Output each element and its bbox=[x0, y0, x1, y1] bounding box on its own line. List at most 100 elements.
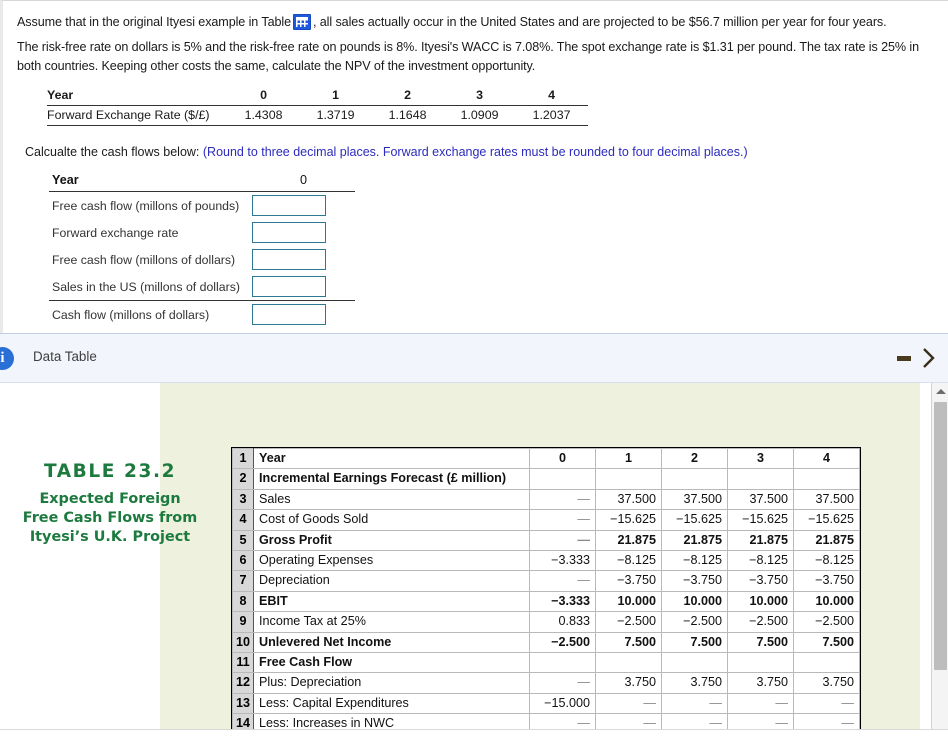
fx-header-year-1: 1 bbox=[299, 86, 372, 106]
cell-value: −3.750 bbox=[595, 570, 663, 592]
table-row: 11 Free Cash Flow bbox=[231, 652, 861, 674]
em-dash-placeholder: — bbox=[643, 695, 657, 710]
row-label: Cost of Goods Sold bbox=[253, 509, 531, 531]
row-number: 4 bbox=[231, 509, 255, 531]
cell-value: 10.000 bbox=[661, 590, 729, 613]
em-dash-placeholder: — bbox=[577, 491, 591, 506]
cell-value: 4 bbox=[793, 447, 861, 470]
cell-value: 3.750 bbox=[727, 672, 795, 694]
table-subtitle-line-3: Ityesi’s U.K. Project bbox=[29, 529, 191, 545]
table-row: 1 Year 0 1 2 3 4 bbox=[231, 447, 861, 470]
cell-value bbox=[529, 652, 597, 674]
row-number: 7 bbox=[231, 570, 255, 592]
forward-exchange-rate-table: Year 0 1 2 3 4 Forward Exchange Rate ($/… bbox=[47, 86, 588, 126]
answer-row-forward-rate: Forward exchange rate bbox=[49, 219, 355, 246]
grid-table-icon[interactable] bbox=[292, 14, 311, 30]
table-row: 12 Plus: Depreciation —3.750 3.750 3.750 3.75… bbox=[231, 672, 861, 694]
fx-rate-4: 1.2037 bbox=[515, 105, 588, 126]
table-row: 2 Incremental Earnings Forecast (£ millio… bbox=[231, 468, 861, 490]
cell-value: −15.625 bbox=[727, 509, 795, 531]
table-row: 7 Depreciation — −3.750 −3.750 −3.750 −3.750 bbox=[231, 570, 861, 592]
cell-value: 37.500 bbox=[661, 488, 729, 511]
cell-value bbox=[793, 468, 861, 490]
data-table-title: Data Table bbox=[33, 349, 97, 364]
row-label: Less: Capital Expenditures bbox=[253, 692, 531, 715]
em-dash-placeholder: — bbox=[709, 695, 723, 710]
cell-value: — bbox=[727, 692, 795, 715]
cell-value: — bbox=[529, 529, 597, 552]
fx-rate-1: 1.3719 bbox=[299, 105, 372, 126]
table-number: TABLE 23.2 bbox=[43, 461, 177, 482]
cell-value: — bbox=[793, 692, 861, 715]
fx-rate-row: Forward Exchange Rate ($/£) 1.4308 1.371… bbox=[47, 105, 588, 126]
cell-value: −15.625 bbox=[793, 509, 861, 531]
calculate-prompt-text: Calcualte the cash flows below: bbox=[25, 145, 200, 159]
vertical-scrollbar[interactable] bbox=[931, 383, 948, 745]
cell-value: 3.750 bbox=[595, 672, 663, 694]
cell-value: 7.500 bbox=[595, 631, 663, 654]
minimize-icon[interactable] bbox=[897, 356, 911, 361]
cell-value: 10.000 bbox=[793, 590, 861, 613]
cell-value bbox=[529, 468, 597, 490]
input-sales-us[interactable] bbox=[251, 276, 326, 297]
cell-value: 3.750 bbox=[661, 672, 729, 694]
cell-value: — bbox=[661, 692, 729, 715]
em-dash-placeholder: — bbox=[577, 532, 591, 547]
table-caption: TABLE 23.2 Expected Foreign Free Cash Fl… bbox=[10, 461, 210, 547]
cell-value: −2.500 bbox=[661, 611, 729, 633]
cell-value: −3.333 bbox=[529, 590, 597, 613]
row-label: Incremental Earnings Forecast (£ million… bbox=[253, 468, 531, 490]
table-row: 3 Sales —37.500 37.500 37.500 37.500 bbox=[231, 488, 861, 511]
cell-value: −2.500 bbox=[793, 611, 861, 633]
answer-cell-cash-flow bbox=[251, 301, 355, 329]
row-label: Free Cash Flow bbox=[253, 652, 531, 674]
row-label: EBIT bbox=[253, 590, 531, 613]
table-row: 4 Cost of Goods Sold — −15.625 −15.625 −15.62… bbox=[231, 509, 861, 531]
fx-header-year-2: 2 bbox=[371, 86, 444, 106]
cell-value: −2.500 bbox=[529, 631, 597, 654]
em-dash-placeholder: — bbox=[577, 675, 591, 690]
answer-row-fcf-dollars: Free cash flow (millons of dollars) bbox=[49, 246, 355, 273]
row-number: 11 bbox=[231, 652, 255, 674]
scrollbar-thumb[interactable] bbox=[934, 402, 947, 670]
app-root: Assume that in the original Ityesi examp… bbox=[0, 0, 948, 745]
scroll-up-arrow-icon[interactable] bbox=[932, 383, 948, 400]
cell-value: 21.875 bbox=[727, 529, 795, 552]
data-table-body: TABLE 23.2 Expected Foreign Free Cash Fl… bbox=[0, 383, 948, 745]
question-line-2: The risk-free rate on dollars is 5% and … bbox=[17, 40, 919, 73]
financial-grid-wrapper: 1 Year 0 1 2 3 4 2 Incremental Earnings Forecast… bbox=[231, 447, 862, 745]
em-dash-placeholder: — bbox=[841, 695, 855, 710]
fx-rate-3: 1.0909 bbox=[443, 105, 516, 126]
cell-value bbox=[727, 652, 795, 674]
fx-header-row: Year 0 1 2 3 4 bbox=[47, 86, 588, 106]
row-number: 1 bbox=[231, 447, 255, 470]
answer-entry-table: Year 0 Free cash flow (millons of pounds… bbox=[49, 173, 355, 328]
answer-header-label: Year bbox=[49, 173, 252, 192]
cell-value: 0 bbox=[529, 447, 597, 470]
data-table-canvas: TABLE 23.2 Expected Foreign Free Cash Fl… bbox=[0, 383, 920, 745]
table-row: 5 Gross Profit —21.875 21.875 21.875 21.875 bbox=[231, 529, 861, 552]
cell-value: — bbox=[529, 570, 597, 592]
table-row: 10 Unlevered Net Income −2.500 7.500 7.500 7.… bbox=[231, 631, 861, 654]
answer-label-cash-flow: Cash flow (millons of dollars) bbox=[52, 307, 210, 322]
cell-value: 10.000 bbox=[595, 590, 663, 613]
answer-cell-fcf-dollars bbox=[251, 246, 355, 273]
em-dash-placeholder: — bbox=[775, 695, 789, 710]
row-number: 2 bbox=[231, 468, 255, 490]
cell-value: 21.875 bbox=[595, 529, 663, 552]
cell-value bbox=[661, 652, 729, 674]
cell-value: 3.750 bbox=[793, 672, 861, 694]
row-label: Operating Expenses bbox=[253, 550, 531, 572]
input-forward-rate[interactable] bbox=[251, 222, 326, 243]
cell-value: 2 bbox=[661, 447, 729, 470]
input-cash-flow[interactable] bbox=[251, 304, 326, 325]
cell-value bbox=[595, 652, 663, 674]
chevron-right-icon[interactable] bbox=[918, 343, 940, 373]
cell-value: — bbox=[529, 488, 597, 511]
table-row: 8 EBIT −3.333 10.000 10.000 10.000 10.000 bbox=[231, 590, 861, 613]
cell-value: −2.500 bbox=[595, 611, 663, 633]
question-body: Assume that in the original Ityesi examp… bbox=[3, 1, 948, 328]
row-label: Plus: Depreciation bbox=[253, 672, 531, 694]
input-fcf-pounds[interactable] bbox=[251, 195, 326, 216]
input-fcf-dollars[interactable] bbox=[251, 249, 326, 270]
